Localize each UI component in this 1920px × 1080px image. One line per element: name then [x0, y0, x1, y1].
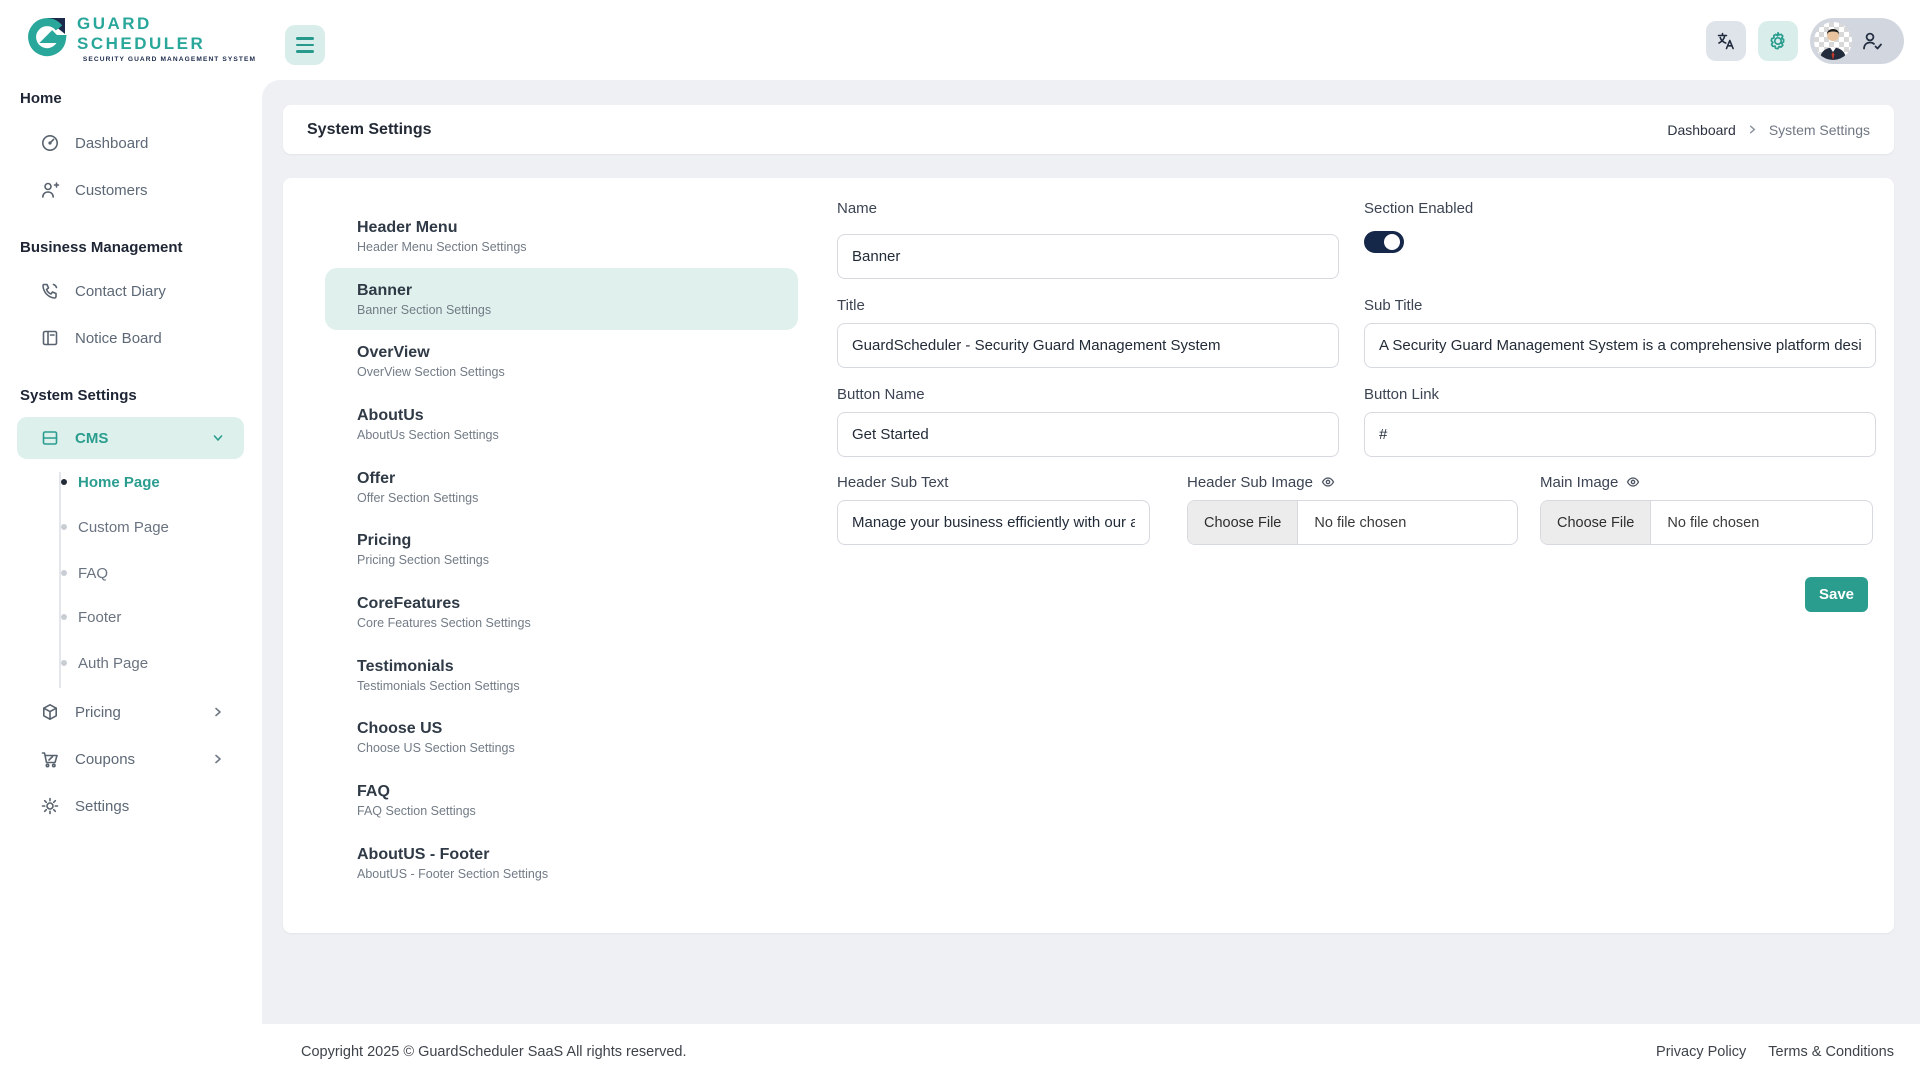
board-icon — [40, 328, 60, 348]
sidebar-subitem-auth-page[interactable]: Auth Page — [0, 645, 262, 681]
sidebar-section-home: Home — [20, 90, 62, 107]
sidebar-subitem-custom-page[interactable]: Custom Page — [0, 509, 262, 545]
chevron-right-icon — [1746, 123, 1759, 136]
logo-mark-icon — [25, 14, 69, 63]
translate-icon — [1716, 31, 1736, 51]
section-item-testimonials[interactable]: Testimonials Testimonials Section Settin… — [325, 644, 798, 707]
main-image-file-input[interactable]: Choose File No file chosen — [1540, 500, 1873, 545]
sidebar-section-system: System Settings — [20, 387, 137, 404]
copyright-text: Copyright 2025 © GuardScheduler SaaS All… — [301, 1044, 687, 1060]
sidebar: GUARD SCHEDULER SECURITY GUARD MANAGEMEN… — [0, 0, 262, 1080]
brand-name: GUARD SCHEDULER — [77, 14, 206, 53]
gear-icon — [40, 796, 60, 816]
chevron-down-icon — [211, 431, 225, 445]
section-enabled-label: Section Enabled — [1364, 200, 1474, 217]
bullet-icon — [61, 660, 67, 666]
topbar-actions — [1706, 16, 1904, 66]
bullet-icon — [61, 614, 67, 620]
section-item-corefeatures[interactable]: CoreFeatures Core Features Section Setti… — [325, 581, 798, 644]
title-label: Title — [837, 297, 865, 314]
sidebar-item-cms[interactable]: CMS — [17, 417, 244, 459]
header-sub-text-input[interactable] — [837, 500, 1150, 545]
eye-icon[interactable] — [1626, 475, 1640, 489]
hamburger-icon — [296, 37, 314, 40]
phone-icon — [40, 281, 60, 301]
user-menu[interactable] — [1810, 18, 1904, 64]
language-button[interactable] — [1706, 21, 1746, 61]
sidebar-item-settings[interactable]: Settings — [0, 786, 262, 826]
user-avatar — [1814, 22, 1852, 60]
button-name-label: Button Name — [837, 386, 925, 403]
user-check-icon — [1860, 29, 1892, 53]
file-status-text: No file chosen — [1667, 514, 1760, 531]
section-item-header-menu[interactable]: Header Menu Header Menu Section Settings — [325, 205, 798, 268]
section-item-overview[interactable]: OverView OverView Section Settings — [325, 330, 798, 393]
sidebar-section-business: Business Management — [20, 239, 183, 256]
section-item-aboutus[interactable]: AboutUs AboutUs Section Settings — [325, 393, 798, 456]
breadcrumb-current: System Settings — [1768, 121, 1870, 138]
sidebar-subitem-faq[interactable]: FAQ — [0, 555, 262, 591]
bullet-icon — [61, 570, 67, 576]
save-button[interactable]: Save — [1805, 577, 1868, 612]
choose-file-button[interactable]: Choose File — [1541, 501, 1652, 544]
section-item-banner[interactable]: Banner Banner Section Settings — [325, 267, 798, 331]
user-plus-icon — [40, 180, 60, 200]
sub-title-input[interactable] — [1364, 323, 1876, 368]
button-link-label: Button Link — [1364, 386, 1440, 403]
chevron-right-icon — [211, 705, 225, 719]
sidebar-item-customers[interactable]: Customers — [0, 170, 262, 210]
button-link-input[interactable] — [1364, 412, 1876, 457]
main-image-label: Main Image — [1540, 474, 1640, 491]
sidebar-item-pricing[interactable]: Pricing — [0, 692, 262, 732]
cms-sections-list: Header Menu Header Menu Section Settings… — [325, 205, 798, 895]
section-item-faq[interactable]: FAQ FAQ Section Settings — [325, 769, 798, 832]
sub-title-label: Sub Title — [1364, 297, 1423, 314]
sidebar-subitem-footer[interactable]: Footer — [0, 599, 262, 635]
page-footer: Copyright 2025 © GuardScheduler SaaS All… — [262, 1024, 1920, 1080]
package-icon — [40, 702, 60, 722]
page-title: System Settings — [307, 120, 432, 138]
cms-icon — [40, 428, 60, 448]
name-input[interactable] — [837, 234, 1339, 279]
section-item-pricing[interactable]: Pricing Pricing Section Settings — [325, 518, 798, 581]
settings-card: Header Menu Header Menu Section Settings… — [283, 178, 1894, 933]
header-sub-image-label: Header Sub Image — [1187, 474, 1335, 491]
page-title-bar: System Settings Dashboard System Setting… — [283, 105, 1894, 154]
app-logo[interactable]: GUARD SCHEDULER SECURITY GUARD MANAGEMEN… — [25, 14, 262, 63]
sidebar-item-contact-diary[interactable]: Contact Diary — [0, 271, 262, 311]
breadcrumb: Dashboard System Settings — [1667, 122, 1870, 138]
sidebar-subitem-home-page[interactable]: Home Page — [0, 464, 262, 500]
gear-icon — [1767, 30, 1789, 52]
name-label: Name — [837, 200, 878, 217]
bullet-icon — [61, 479, 67, 485]
cart-icon — [40, 749, 60, 769]
brand-tagline: SECURITY GUARD MANAGEMENT SYSTEM — [82, 56, 257, 63]
section-enabled-toggle[interactable] — [1364, 231, 1404, 253]
choose-file-button[interactable]: Choose File — [1188, 501, 1299, 544]
bullet-icon — [61, 524, 67, 530]
file-status-text: No file chosen — [1314, 514, 1407, 531]
header-sub-text-label: Header Sub Text — [837, 474, 949, 491]
sidebar-toggle-button[interactable] — [285, 25, 325, 65]
dashboard-icon — [40, 133, 60, 153]
section-item-choose-us[interactable]: Choose US Choose US Section Settings — [325, 707, 798, 770]
eye-icon[interactable] — [1321, 475, 1335, 489]
button-name-input[interactable] — [837, 412, 1339, 457]
sidebar-item-notice-board[interactable]: Notice Board — [0, 318, 262, 358]
sidebar-item-dashboard[interactable]: Dashboard — [0, 123, 262, 163]
privacy-policy-link[interactable]: Privacy Policy — [1656, 1044, 1746, 1060]
title-input[interactable] — [837, 323, 1339, 368]
breadcrumb-dashboard[interactable]: Dashboard — [1667, 122, 1736, 138]
section-item-offer[interactable]: Offer Offer Section Settings — [325, 456, 798, 519]
section-item-aboutus-footer[interactable]: AboutUS - Footer AboutUS - Footer Sectio… — [325, 832, 798, 895]
header-sub-image-file-input[interactable]: Choose File No file chosen — [1187, 500, 1518, 545]
terms-link[interactable]: Terms & Conditions — [1768, 1044, 1894, 1060]
sidebar-item-coupons[interactable]: Coupons — [0, 739, 262, 779]
chevron-right-icon — [211, 752, 225, 766]
settings-button[interactable] — [1758, 21, 1798, 61]
